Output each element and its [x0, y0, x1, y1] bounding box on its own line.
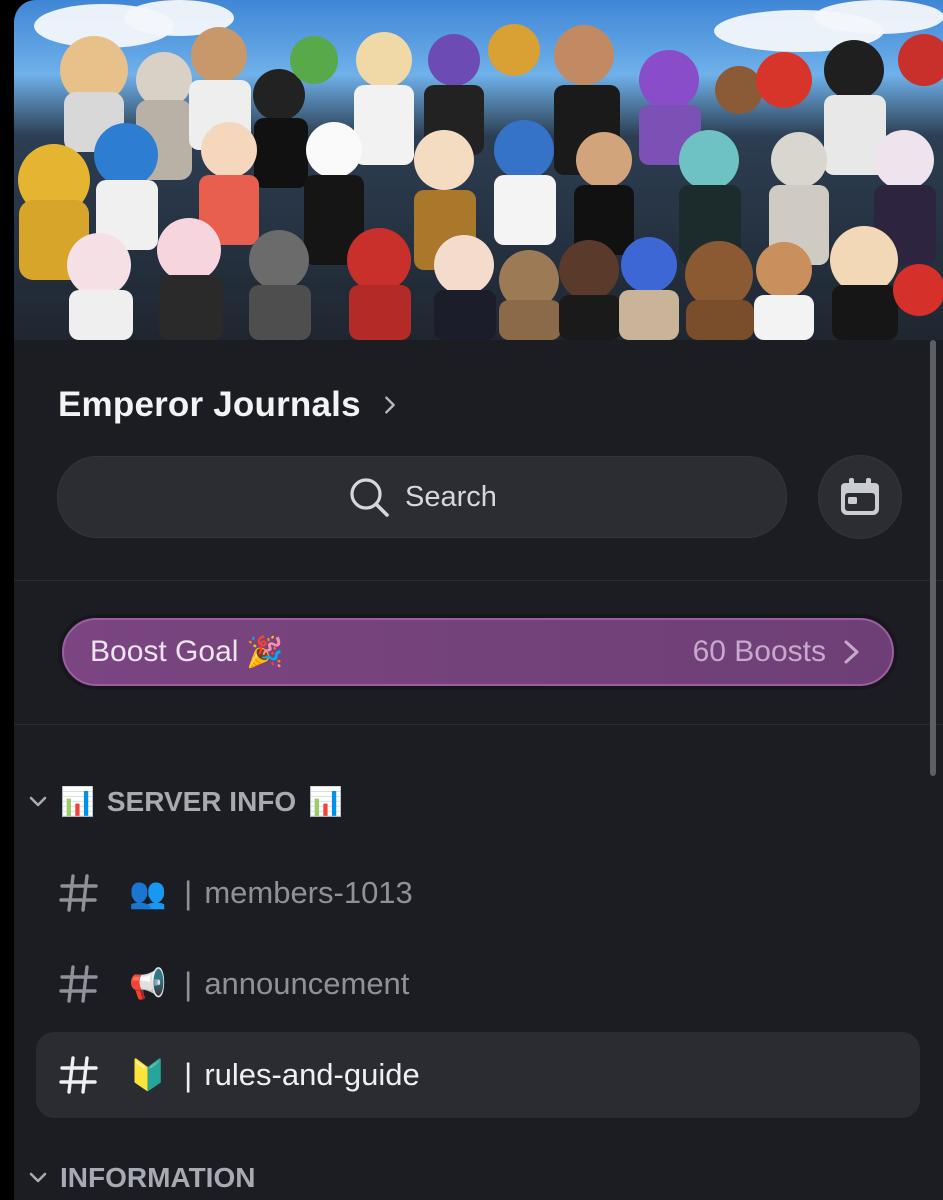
channel-announcement[interactable]: 📢 | announcement: [36, 941, 920, 1027]
server-header[interactable]: Emperor Journals: [58, 385, 401, 425]
megaphone-icon: 📢: [129, 967, 167, 1001]
channel-members[interactable]: 👥 | members-1013: [36, 850, 920, 936]
server-banner: [14, 0, 943, 340]
chevron-down-icon: [29, 796, 47, 806]
boost-goal-banner[interactable]: Boost Goal 🎉 60 Boosts: [58, 614, 898, 690]
search-bar[interactable]: Search: [57, 456, 787, 538]
server-sidebar: Emperor Journals Search Boost Goal 🎉 60 …: [14, 0, 943, 1200]
category-server-info[interactable]: 📊 SERVER INFO 📊: [28, 785, 343, 818]
boost-count: 60 Boosts: [692, 635, 826, 668]
server-name: Emperor Journals: [58, 385, 361, 424]
divider: [14, 580, 943, 581]
bar-chart-icon: 📊: [308, 786, 344, 817]
party-popper-icon: 🎉: [246, 635, 284, 669]
beginner-icon: 🔰: [129, 1058, 167, 1092]
search-label: Search: [405, 480, 497, 513]
channel-name: rules-and-guide: [204, 1057, 420, 1092]
channel-name: members-1013: [204, 875, 413, 910]
channel-name: announcement: [204, 966, 410, 1001]
bar-chart-icon: 📊: [60, 786, 95, 817]
category-information[interactable]: INFORMATION: [28, 1162, 255, 1194]
category-label: SERVER INFO: [106, 785, 297, 817]
chevron-down-icon: [29, 1172, 47, 1183]
calendar-icon: [841, 478, 879, 515]
separator: |: [184, 965, 193, 1002]
people-icon: 👥: [129, 876, 167, 910]
separator: |: [184, 874, 193, 911]
channel-rules-and-guide[interactable]: 🔰 | rules-and-guide: [36, 1032, 920, 1118]
hash-icon: [59, 874, 98, 912]
hash-icon: [59, 1056, 98, 1094]
category-label: INFORMATION: [60, 1162, 256, 1193]
events-button[interactable]: [818, 455, 902, 539]
chevron-right-icon: [384, 396, 395, 414]
hash-icon: [59, 965, 98, 1003]
chevron-right-icon: [844, 640, 859, 664]
scrollbar[interactable]: [930, 340, 936, 776]
boost-goal-label: Boost Goal: [90, 635, 239, 668]
character-collage-image: [18, 24, 943, 340]
separator: |: [184, 1056, 193, 1093]
divider: [14, 724, 943, 725]
search-icon: [350, 478, 389, 517]
